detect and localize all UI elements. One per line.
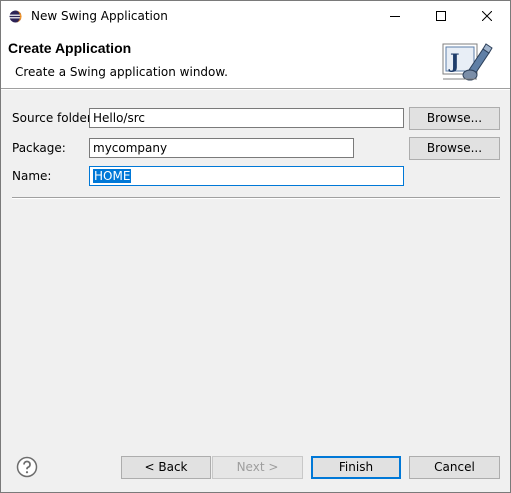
banner-description: Create a Swing application window. — [15, 65, 228, 79]
source-folder-value: Hello/src — [93, 111, 145, 125]
close-button[interactable] — [464, 1, 510, 31]
name-label: Name: — [12, 169, 52, 183]
browse-source-folder-button[interactable]: Browse... — [409, 107, 500, 130]
eclipse-icon — [9, 10, 22, 23]
source-folder-label: Source folder: — [12, 111, 96, 125]
maximize-button[interactable] — [418, 1, 464, 31]
java-letter: J — [448, 49, 459, 73]
back-button[interactable]: < Back — [121, 456, 211, 479]
help-icon — [16, 456, 38, 478]
finish-button[interactable]: Finish — [311, 456, 401, 479]
package-label: Package: — [12, 141, 66, 155]
name-input[interactable]: HOME — [89, 166, 404, 186]
maximize-icon — [436, 11, 446, 21]
banner-title: Create Application — [8, 40, 132, 56]
minimize-icon — [390, 16, 400, 17]
minimize-button[interactable] — [372, 1, 418, 31]
package-value: mycompany — [93, 141, 168, 155]
name-value: HOME — [93, 169, 132, 183]
dialog-window: New Swing Application Create Application… — [0, 0, 511, 493]
cancel-button[interactable]: Cancel — [409, 456, 500, 479]
browse-package-button[interactable]: Browse... — [409, 137, 500, 160]
window-title: New Swing Application — [31, 9, 168, 23]
package-input[interactable]: mycompany — [89, 138, 354, 158]
java-file-wizard-icon: J — [439, 35, 495, 85]
wizard-banner: Create Application Create a Swing applic… — [1, 31, 510, 88]
next-button[interactable]: Next > — [212, 456, 303, 479]
source-folder-input[interactable]: Hello/src — [89, 108, 404, 128]
close-icon — [482, 11, 492, 21]
title-bar[interactable]: New Swing Application — [1, 1, 510, 31]
form-separator-highlight — [12, 198, 500, 199]
help-button[interactable] — [16, 456, 38, 478]
banner-separator-highlight — [1, 89, 510, 90]
